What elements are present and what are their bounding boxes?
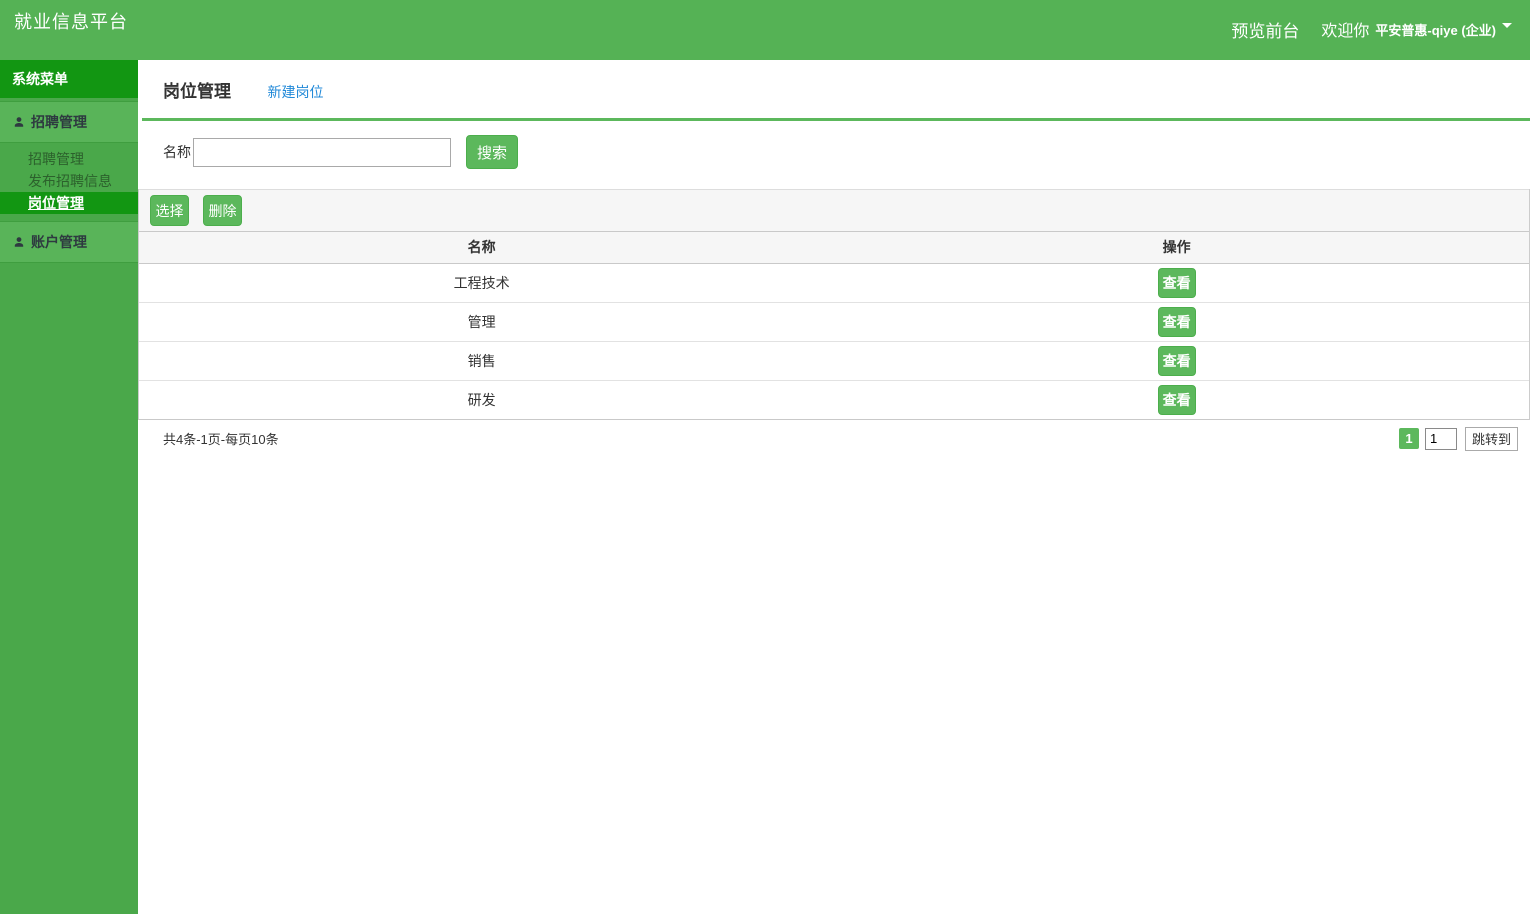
table-header-row: 名称 操作 bbox=[139, 232, 1529, 264]
position-name: 工程技术 bbox=[139, 263, 825, 303]
position-name: 销售 bbox=[139, 341, 825, 381]
page-jump-input[interactable] bbox=[1424, 427, 1457, 450]
table-row: 管理 查看 bbox=[139, 302, 1529, 342]
table-row: 工程技术 查看 bbox=[139, 263, 1529, 303]
user-icon bbox=[14, 117, 24, 127]
divider bbox=[142, 118, 1530, 121]
chevron-down-icon[interactable] bbox=[1502, 23, 1512, 28]
topbar: 就业信息平台 预览前台 欢迎你 平安普惠-qiye (企业) bbox=[0, 0, 1530, 60]
sidebar-submenu: 招聘管理 发布招聘信息 岗位管理 bbox=[0, 143, 138, 218]
user-icon bbox=[14, 237, 24, 247]
column-header-actions: 操作 bbox=[824, 232, 1529, 264]
page-number-button[interactable]: 1 bbox=[1398, 428, 1419, 449]
pagination: 共4条-1页-每页10条 1 跳转到 bbox=[138, 420, 1530, 451]
table-row: 销售 查看 bbox=[139, 341, 1529, 381]
position-name: 研发 bbox=[139, 380, 825, 420]
sidebar-group-account[interactable]: 账户管理 bbox=[0, 221, 138, 263]
positions-table: 名称 操作 工程技术 查看 管理 查看 销售 查看 研发 查看 bbox=[139, 232, 1529, 420]
page-jump-button[interactable]: 跳转到 bbox=[1464, 426, 1518, 451]
table-row: 研发 查看 bbox=[139, 380, 1529, 420]
search-input[interactable] bbox=[193, 137, 451, 167]
select-button[interactable]: 选择 bbox=[150, 195, 189, 226]
view-button[interactable]: 查看 bbox=[1157, 267, 1196, 298]
sidebar-menu-header: 系统菜单 bbox=[0, 60, 138, 98]
sidebar: 系统菜单 招聘管理 招聘管理 发布招聘信息 岗位管理 账户管理 bbox=[0, 60, 138, 914]
sidebar-item-recruit-manage[interactable]: 招聘管理 bbox=[0, 148, 138, 170]
view-button[interactable]: 查看 bbox=[1157, 306, 1196, 337]
preview-frontend-link[interactable]: 预览前台 bbox=[1231, 17, 1299, 42]
sidebar-group-recruit[interactable]: 招聘管理 bbox=[0, 101, 138, 143]
welcome-text: 欢迎你 bbox=[1321, 23, 1370, 40]
sidebar-group-label: 招聘管理 bbox=[31, 114, 87, 130]
app-title: 就业信息平台 bbox=[14, 12, 128, 32]
pager-controls: 1 跳转到 bbox=[1398, 426, 1518, 451]
search-label: 名称 bbox=[163, 144, 191, 160]
search-row: 名称 搜索 bbox=[163, 135, 1530, 169]
grid-toolbar: 选择 删除 bbox=[139, 189, 1529, 232]
page-header: 岗位管理 新建岗位 bbox=[138, 60, 1530, 118]
delete-button[interactable]: 删除 bbox=[203, 195, 242, 226]
page-title: 岗位管理 bbox=[163, 82, 231, 101]
main-content: 岗位管理 新建岗位 名称 搜索 选择 删除 名称 操作 工程技术 查看 管理 查… bbox=[138, 60, 1530, 914]
new-position-link[interactable]: 新建岗位 bbox=[267, 82, 323, 102]
view-button[interactable]: 查看 bbox=[1157, 384, 1196, 415]
topbar-right: 预览前台 欢迎你 平安普惠-qiye (企业) bbox=[1231, 0, 1530, 60]
user-menu[interactable]: 平安普惠-qiye (企业) bbox=[1375, 20, 1496, 39]
search-button[interactable]: 搜索 bbox=[466, 135, 518, 169]
position-name: 管理 bbox=[139, 302, 825, 342]
column-header-name: 名称 bbox=[139, 232, 825, 264]
sidebar-item-position-manage[interactable]: 岗位管理 bbox=[0, 192, 138, 214]
view-button[interactable]: 查看 bbox=[1157, 345, 1196, 376]
pagination-summary: 共4条-1页-每页10条 bbox=[163, 432, 279, 447]
sidebar-item-publish-recruit[interactable]: 发布招聘信息 bbox=[0, 170, 138, 192]
sidebar-group-label: 账户管理 bbox=[31, 234, 87, 250]
positions-grid: 选择 删除 名称 操作 工程技术 查看 管理 查看 销售 查看 研发 查看 bbox=[138, 189, 1530, 420]
